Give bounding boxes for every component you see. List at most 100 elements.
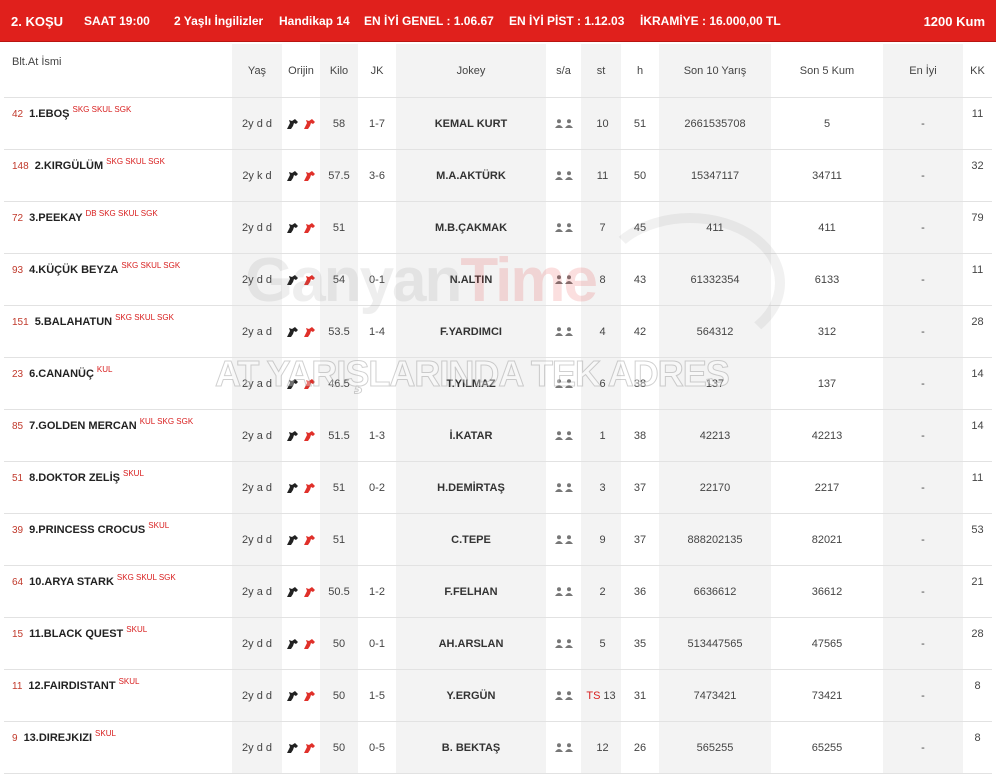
horse-name-cell[interactable]: 85 7.GOLDEN MERCAN KUL SKG SGK (4, 409, 232, 462)
horse-owner-trainer[interactable] (546, 409, 581, 462)
col-st[interactable]: st (581, 44, 621, 98)
horse-name-cell[interactable]: 148 2.KIRGÜLÜM SKG SKUL SGK (4, 149, 232, 202)
horse-owner-trainer[interactable] (546, 357, 581, 410)
person-icon[interactable] (554, 170, 564, 182)
horse-owner-trainer[interactable] (546, 461, 581, 514)
horse-head-icon[interactable] (286, 169, 299, 181)
horse-head-red-icon[interactable] (303, 533, 316, 545)
horse-jockey[interactable]: T.YILMAZ (396, 357, 546, 410)
person-icon[interactable] (564, 326, 574, 338)
horse-owner-trainer[interactable] (546, 305, 581, 358)
table-row[interactable]: 39 9.PRINCESS CROCUS SKUL 2y d d 51 C.TEPE 9 3… (4, 513, 992, 566)
horse-jockey[interactable]: F.YARDIMCI (396, 305, 546, 358)
horse-owner-trainer[interactable] (546, 253, 581, 306)
horse-owner-trainer[interactable] (546, 721, 581, 774)
horse-jockey[interactable]: İ.KATAR (396, 409, 546, 462)
horse-name[interactable]: 1.EBOŞ (29, 108, 69, 120)
horse-head-icon[interactable] (286, 741, 299, 753)
col-kk[interactable]: KK (963, 44, 992, 98)
horse-name[interactable]: 12.FAIRDISTANT (28, 680, 115, 692)
horse-head-icon[interactable] (286, 273, 299, 285)
horse-owner-trainer[interactable] (546, 201, 581, 254)
col-name[interactable]: Blt.At İsmi (4, 44, 232, 98)
col-jockey[interactable]: Jokey (396, 44, 546, 98)
table-row[interactable]: 72 3.PEEKAY DB SKG SKUL SGK 2y d d 51 M.B.ÇA… (4, 201, 992, 254)
person-icon[interactable] (564, 378, 574, 390)
horse-name-cell[interactable]: 51 8.DOKTOR ZELİŞ SKUL (4, 461, 232, 514)
horse-origin[interactable] (282, 669, 320, 722)
horse-name[interactable]: 5.BALAHATUN (35, 316, 112, 328)
horse-head-icon[interactable] (286, 221, 299, 233)
horse-name-cell[interactable]: 15 11.BLACK QUEST SKUL (4, 617, 232, 670)
table-row[interactable]: 85 7.GOLDEN MERCAN KUL SKG SGK 2y a d 51.5 1… (4, 409, 992, 462)
horse-head-red-icon[interactable] (303, 273, 316, 285)
horse-jockey[interactable]: N.ALTIN (396, 253, 546, 306)
horse-owner-trainer[interactable] (546, 617, 581, 670)
person-icon[interactable] (564, 638, 574, 650)
horse-name[interactable]: 10.ARYA STARK (29, 576, 114, 588)
horse-head-red-icon[interactable] (303, 117, 316, 129)
col-weight[interactable]: Kilo (320, 44, 358, 98)
horse-head-icon[interactable] (286, 377, 299, 389)
col-origin[interactable]: Orijin (282, 44, 320, 98)
horse-name[interactable]: 3.PEEKAY (29, 212, 82, 224)
horse-head-red-icon[interactable] (303, 169, 316, 181)
horse-origin[interactable] (282, 409, 320, 462)
person-icon[interactable] (564, 430, 574, 442)
horse-owner-trainer[interactable] (546, 149, 581, 202)
horse-name-cell[interactable]: 93 4.KÜÇÜK BEYZA SKG SKUL SGK (4, 253, 232, 306)
horse-origin[interactable] (282, 201, 320, 254)
horse-name[interactable]: 8.DOKTOR ZELİŞ (29, 472, 120, 484)
horse-head-icon[interactable] (286, 325, 299, 337)
horse-name[interactable]: 13.DIREJKIZI (24, 732, 92, 744)
horse-name-cell[interactable]: 151 5.BALAHATUN SKG SKUL SGK (4, 305, 232, 358)
horse-origin[interactable] (282, 253, 320, 306)
person-icon[interactable] (564, 482, 574, 494)
person-icon[interactable] (554, 118, 564, 130)
table-row[interactable]: 9 13.DIREJKIZI SKUL 2y d d 50 0-5 B. BEKTAŞ 12… (4, 721, 992, 774)
person-icon[interactable] (564, 222, 574, 234)
table-row[interactable]: 15 11.BLACK QUEST SKUL 2y d d 50 0-1 AH.ARSLA… (4, 617, 992, 670)
horse-jockey[interactable]: F.FELHAN (396, 565, 546, 618)
person-icon[interactable] (554, 378, 564, 390)
horse-jockey[interactable]: Y.ERGÜN (396, 669, 546, 722)
horse-name-cell[interactable]: 9 13.DIREJKIZI SKUL (4, 721, 232, 774)
horse-jockey[interactable]: M.B.ÇAKMAK (396, 201, 546, 254)
person-icon[interactable] (554, 742, 564, 754)
table-row[interactable]: 93 4.KÜÇÜK BEYZA SKG SKUL SGK 2y d d 54 0-1 N… (4, 253, 992, 306)
person-icon[interactable] (554, 586, 564, 598)
horse-owner-trainer[interactable] (546, 513, 581, 566)
horse-head-icon[interactable] (286, 481, 299, 493)
horse-origin[interactable] (282, 513, 320, 566)
horse-name-cell[interactable]: 23 6.CANANÜÇ KUL (4, 357, 232, 410)
table-row[interactable]: 151 5.BALAHATUN SKG SKUL SGK 2y a d 53.5 1-4… (4, 305, 992, 358)
horse-head-red-icon[interactable] (303, 741, 316, 753)
col-sa[interactable]: s/a (546, 44, 581, 98)
person-icon[interactable] (564, 118, 574, 130)
horse-name[interactable]: 7.GOLDEN MERCAN (29, 420, 137, 432)
horse-name[interactable]: 4.KÜÇÜK BEYZA (29, 264, 118, 276)
table-row[interactable]: 23 6.CANANÜÇ KUL 2y a d 46.5 T.YILMAZ 6 38 137 1… (4, 357, 992, 410)
person-icon[interactable] (564, 534, 574, 546)
horse-head-red-icon[interactable] (303, 429, 316, 441)
person-icon[interactable] (554, 534, 564, 546)
person-icon[interactable] (564, 690, 574, 702)
person-icon[interactable] (554, 222, 564, 234)
person-icon[interactable] (554, 482, 564, 494)
horse-name-cell[interactable]: 64 10.ARYA STARK SKG SKUL SGK (4, 565, 232, 618)
horse-name-cell[interactable]: 39 9.PRINCESS CROCUS SKUL (4, 513, 232, 566)
horse-owner-trainer[interactable] (546, 669, 581, 722)
horse-name[interactable]: 11.BLACK QUEST (29, 628, 123, 640)
horse-origin[interactable] (282, 565, 320, 618)
horse-origin[interactable] (282, 721, 320, 774)
horse-name-cell[interactable]: 72 3.PEEKAY DB SKG SKUL SGK (4, 201, 232, 254)
person-icon[interactable] (554, 638, 564, 650)
horse-name-cell[interactable]: 11 12.FAIRDISTANT SKUL (4, 669, 232, 722)
horse-name[interactable]: 6.CANANÜÇ (29, 368, 94, 380)
horse-name-cell[interactable]: 42 1.EBOŞ SKG SKUL SGK (4, 97, 232, 150)
person-icon[interactable] (564, 274, 574, 286)
horse-origin[interactable] (282, 305, 320, 358)
col-age[interactable]: Yaş (232, 44, 282, 98)
horse-jockey[interactable]: AH.ARSLAN (396, 617, 546, 670)
horse-jockey[interactable]: B. BEKTAŞ (396, 721, 546, 774)
